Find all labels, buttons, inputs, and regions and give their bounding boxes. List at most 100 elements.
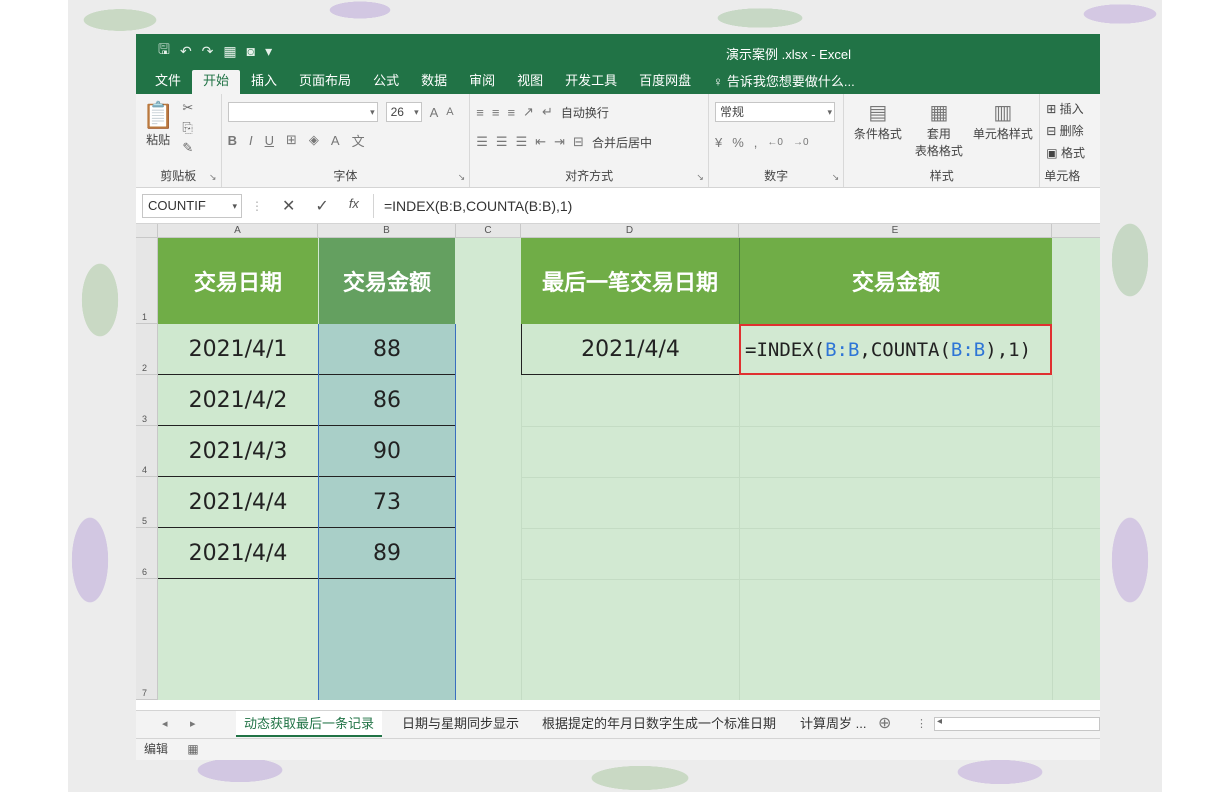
underline-button[interactable]: U: [265, 133, 274, 148]
format-painter-icon[interactable]: ✎: [182, 140, 193, 156]
tab-review[interactable]: 审阅: [458, 70, 506, 94]
row-header-7[interactable]: 7: [136, 579, 158, 700]
tab-home[interactable]: 开始: [192, 70, 241, 94]
prev-sheet-icon[interactable]: ◂: [162, 711, 168, 737]
tab-data[interactable]: 数据: [410, 70, 458, 94]
cell-d1[interactable]: 最后一笔交易日期: [521, 238, 739, 324]
redo-icon[interactable]: ↷: [202, 43, 214, 60]
wrap-text-icon[interactable]: ↵: [542, 104, 553, 120]
merge-icon[interactable]: ⊟: [573, 134, 584, 150]
copy-icon[interactable]: ⎘: [182, 120, 193, 136]
insert-cells-button[interactable]: ⊞ 插入: [1046, 100, 1094, 117]
font-launcher-icon[interactable]: ↘: [458, 172, 466, 183]
fill-color-icon[interactable]: ◈: [309, 132, 319, 148]
increase-indent-icon[interactable]: ⇥: [554, 134, 565, 150]
qat-more-icon[interactable]: ▾: [265, 43, 272, 60]
decrease-indent-icon[interactable]: ⇤: [535, 134, 546, 150]
horizontal-scrollbar[interactable]: ◂: [934, 716, 1100, 731]
cell-a1[interactable]: 交易日期: [158, 238, 318, 324]
percent-icon[interactable]: %: [732, 135, 744, 150]
align-left-icon[interactable]: ☰: [476, 134, 488, 150]
cell-a2[interactable]: 2021/4/1: [158, 324, 318, 375]
align-bottom-icon[interactable]: ≡: [507, 105, 515, 120]
number-format-combo[interactable]: 常规 ▾: [714, 102, 835, 122]
sheet-tab-3[interactable]: 根据提定的年月日数字生成一个标准日期: [534, 711, 784, 737]
scroll-left-icon[interactable]: ◂: [937, 716, 942, 727]
cell-a3[interactable]: 2021/4/2: [158, 375, 318, 426]
column-header-b[interactable]: B: [318, 224, 456, 238]
tab-baidu-netdisk[interactable]: 百度网盘: [628, 70, 702, 94]
italic-button[interactable]: I: [249, 133, 253, 148]
alignment-launcher-icon[interactable]: ↘: [696, 172, 704, 183]
font-name-combo[interactable]: ▾: [227, 102, 378, 122]
column-header-e[interactable]: E: [739, 224, 1052, 238]
align-middle-icon[interactable]: ≡: [492, 105, 500, 120]
paste-button[interactable]: 📋 粘贴: [142, 100, 174, 156]
undo-icon[interactable]: ↶: [180, 43, 192, 60]
cell-a4[interactable]: 2021/4/3: [158, 426, 318, 477]
wrap-text-button[interactable]: 自动换行: [561, 104, 609, 121]
cell-a6[interactable]: 2021/4/4: [158, 528, 318, 579]
delete-cells-button[interactable]: ⊟ 删除: [1046, 122, 1094, 139]
cut-icon[interactable]: ✂: [182, 100, 193, 116]
tab-insert[interactable]: 插入: [240, 70, 288, 94]
format-cells-button[interactable]: ▣ 格式: [1046, 144, 1094, 161]
bold-button[interactable]: B: [228, 133, 237, 148]
merge-center-button[interactable]: 合并后居中: [592, 134, 652, 151]
cell-e1[interactable]: 交易金额: [739, 238, 1052, 324]
column-header-a[interactable]: A: [158, 224, 318, 238]
row-header-6[interactable]: 6: [136, 528, 158, 579]
macro-record-icon[interactable]: ▦: [187, 742, 198, 756]
cell-b2[interactable]: 88: [319, 324, 455, 375]
row-header-2[interactable]: 2: [136, 324, 158, 375]
camera-icon[interactable]: ◙: [247, 43, 255, 59]
conditional-format-button[interactable]: ▤ 条件格式: [850, 100, 905, 159]
shrink-font-icon[interactable]: A: [446, 106, 453, 118]
comma-icon[interactable]: ,: [754, 135, 758, 150]
number-launcher-icon[interactable]: ↘: [832, 172, 840, 183]
tab-split-icon[interactable]: ⋮: [916, 711, 927, 737]
cell-styles-button[interactable]: ▥ 单元格样式: [972, 100, 1033, 159]
sheet-tab-1[interactable]: 动态获取最后一条记录: [236, 711, 383, 737]
sheet-tab-2[interactable]: 日期与星期同步显示: [394, 711, 527, 737]
phonetic-icon[interactable]: 文: [352, 131, 365, 150]
increase-decimal-icon[interactable]: ←0: [767, 137, 783, 148]
cell-b1[interactable]: 交易金额: [319, 238, 455, 324]
sheet-tab-4[interactable]: 计算周岁 ...: [792, 711, 874, 737]
formula-input[interactable]: =INDEX(B:B,COUNTA(B:B),1): [372, 193, 1100, 218]
border-icon[interactable]: ⊞: [286, 132, 297, 148]
cancel-icon[interactable]: ✕: [282, 196, 295, 216]
align-right-icon[interactable]: ☰: [516, 134, 528, 150]
next-sheet-icon[interactable]: ▸: [190, 711, 196, 737]
enter-icon[interactable]: ✓: [315, 196, 328, 216]
currency-icon[interactable]: ¥: [715, 135, 722, 150]
column-header-d[interactable]: D: [521, 224, 739, 238]
clipboard-launcher-icon[interactable]: ↘: [209, 172, 217, 183]
print-preview-icon[interactable]: ▦: [223, 43, 236, 60]
font-color-icon[interactable]: A: [331, 133, 340, 148]
grow-font-icon[interactable]: A: [430, 105, 439, 120]
font-size-combo[interactable]: 26 ▾: [385, 102, 422, 122]
tell-me-box[interactable]: ♀ 告诉我您想要做什么...: [702, 70, 866, 94]
save-icon[interactable]: 🖫: [158, 39, 170, 63]
row-header-1[interactable]: 1: [136, 238, 158, 324]
cell-d2[interactable]: 2021/4/4: [521, 324, 739, 375]
row-header-5[interactable]: 5: [136, 477, 158, 528]
tab-file[interactable]: 文件: [144, 70, 192, 94]
add-sheet-icon[interactable]: ⊕: [878, 711, 891, 737]
name-box[interactable]: COUNTIF ▾: [142, 193, 242, 218]
cell-b5[interactable]: 73: [319, 477, 455, 528]
column-header-c[interactable]: C: [456, 224, 521, 238]
decrease-decimal-icon[interactable]: →0: [793, 137, 809, 148]
insert-function-icon[interactable]: fx: [349, 196, 359, 216]
cell-a5[interactable]: 2021/4/4: [158, 477, 318, 528]
select-all-corner[interactable]: [136, 224, 158, 238]
cell-b6[interactable]: 89: [319, 528, 455, 579]
orientation-icon[interactable]: ↗: [523, 104, 534, 120]
tab-formulas[interactable]: 公式: [362, 70, 410, 94]
tab-developer[interactable]: 开发工具: [554, 70, 628, 94]
align-top-icon[interactable]: ≡: [476, 105, 484, 120]
align-center-icon[interactable]: ☰: [496, 134, 508, 150]
row-header-3[interactable]: 3: [136, 375, 158, 426]
row-header-4[interactable]: 4: [136, 426, 158, 477]
